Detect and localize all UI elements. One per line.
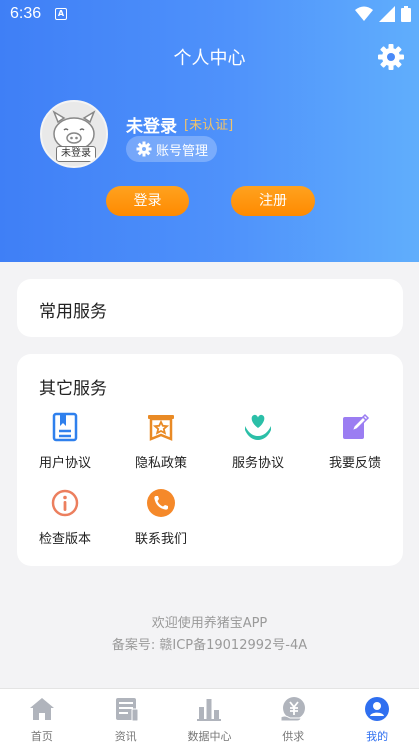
- battery-icon: [401, 6, 411, 22]
- other-services-card: 其它服务 用户协议 隐私政策 服务协议 我要反馈 检查版本 联系我们: [17, 354, 403, 566]
- user-icon: [365, 697, 390, 721]
- auth-status: [未认证]: [184, 118, 234, 133]
- bottom-tab-bar: 首页 资讯 数据中心 供求 我的: [0, 688, 419, 746]
- welcome-text: 欢迎使用养猪宝APP: [151, 616, 268, 631]
- service-contact-us[interactable]: 联系我们: [121, 488, 201, 547]
- register-button[interactable]: 注册: [231, 186, 315, 216]
- tab-supply-demand[interactable]: 供求: [251, 689, 335, 746]
- account-management-button[interactable]: 账号管理: [126, 136, 217, 162]
- status-time: 6:36: [10, 5, 42, 22]
- account-management-label: 账号管理: [156, 143, 209, 159]
- other-services-title: 其它服务: [39, 379, 107, 399]
- tab-home[interactable]: 首页: [0, 689, 84, 746]
- notification-a-icon: A: [55, 8, 67, 20]
- yuan-icon: [280, 697, 306, 722]
- common-services-title: 常用服务: [39, 302, 107, 322]
- edit-icon: [343, 413, 370, 439]
- service-user-agreement[interactable]: 用户协议: [25, 412, 105, 471]
- status-bar: 6:36 A: [0, 0, 419, 28]
- service-label: 检查版本: [38, 532, 91, 547]
- login-button[interactable]: 登录: [106, 186, 189, 216]
- gear-icon: [378, 44, 404, 70]
- common-services-card: 常用服务: [17, 279, 403, 337]
- tab-label: 首页: [30, 730, 53, 743]
- service-label: 隐私政策: [134, 456, 187, 471]
- tab-label: 数据中心: [187, 730, 232, 743]
- settings-button[interactable]: [377, 43, 405, 71]
- service-check-version[interactable]: 检查版本: [25, 488, 105, 547]
- service-terms[interactable]: 服务协议: [218, 412, 298, 471]
- star-scroll-icon: [148, 415, 174, 441]
- signal-icon: [379, 6, 395, 22]
- phone-icon: [147, 489, 175, 517]
- wifi-icon: [355, 6, 373, 21]
- heart-hand-icon: [245, 414, 271, 440]
- icp-record-text: 备案号: 赣ICP备19012992号-4A: [111, 638, 308, 653]
- news-icon: [115, 698, 139, 722]
- service-label: 用户协议: [38, 456, 91, 471]
- service-label: 我要反馈: [328, 456, 381, 471]
- user-name: 未登录: [126, 117, 177, 137]
- service-label: 服务协议: [231, 456, 284, 471]
- bar-chart-icon: [197, 699, 222, 721]
- tab-label: 我的: [366, 730, 389, 743]
- tab-mine[interactable]: 我的: [335, 689, 419, 746]
- avatar[interactable]: 未登录: [40, 100, 108, 168]
- page-title: 个人中心: [173, 48, 246, 69]
- profile-header: 6:36 A 个人中心 未登录 未登录 [未认证] 账号管理 登录 注册: [0, 0, 419, 262]
- tab-data-center[interactable]: 数据中心: [168, 689, 252, 746]
- tab-label: 资讯: [114, 730, 137, 743]
- service-privacy-policy[interactable]: 隐私政策: [121, 412, 201, 471]
- document-icon: [52, 412, 78, 442]
- tab-label: 供求: [282, 730, 305, 743]
- info-icon: [51, 489, 79, 517]
- tab-news[interactable]: 资讯: [84, 689, 168, 746]
- home-icon: [29, 698, 54, 720]
- status-icons: [355, 6, 411, 22]
- service-feedback[interactable]: 我要反馈: [315, 412, 395, 471]
- gear-icon: [136, 141, 152, 157]
- service-label: 联系我们: [134, 532, 187, 547]
- avatar-login-tag: 未登录: [56, 146, 96, 162]
